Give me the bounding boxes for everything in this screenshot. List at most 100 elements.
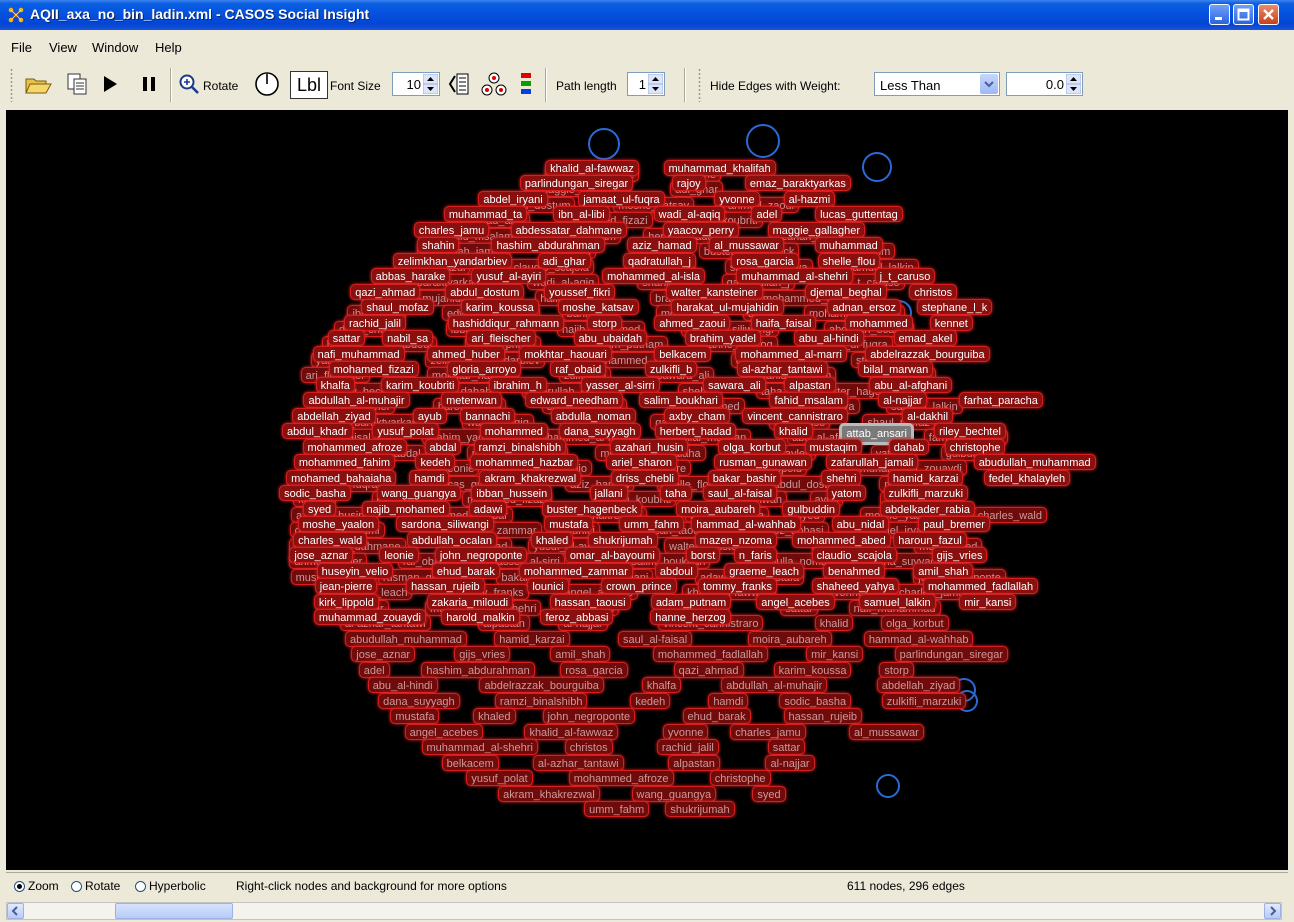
graph-node[interactable]: sawara_ali (703, 376, 766, 393)
copy-button[interactable] (63, 70, 91, 98)
maximize-button[interactable] (1233, 4, 1254, 25)
graph-node[interactable]: abu_nidal (831, 516, 890, 532)
graph-node[interactable]: mazen_nzoma (694, 531, 777, 548)
graph-node[interactable]: al_mussawar (709, 237, 785, 253)
color-legend-button[interactable] (516, 70, 536, 98)
graph-node[interactable]: abdoul (654, 562, 698, 579)
graph-node[interactable]: raf_obaid (550, 361, 607, 377)
graph-node[interactable]: moshe_katsav (557, 299, 639, 315)
graph-node[interactable]: sodic_basha (279, 485, 351, 501)
graph-node[interactable]: mohammed_afroze (302, 438, 408, 455)
graph-node[interactable]: metenwan (441, 392, 502, 408)
graph-node[interactable]: abdul_dostum (445, 283, 525, 300)
graph-node[interactable]: zakaria_miloudi (426, 593, 514, 610)
graph-node[interactable]: farhat_paracha (958, 392, 1043, 408)
graph-node[interactable]: salim_boukhari (638, 392, 723, 408)
graph-node[interactable]: yusuf_polat (372, 423, 439, 439)
graph-node[interactable]: khaled (530, 531, 574, 548)
hide-edges-operator-select[interactable]: Less Than (874, 72, 1000, 96)
graph-node[interactable]: mohammed_al-isla (602, 268, 705, 284)
graph-node[interactable]: yasser_al-sirri (581, 376, 660, 393)
graph-node[interactable]: abdal (424, 438, 462, 455)
graph-node[interactable]: amil_shah (913, 562, 974, 579)
graph-node[interactable]: yusuf_al-ayiri (471, 268, 547, 284)
graph-node[interactable]: bilal_marwan (858, 361, 934, 377)
graph-node[interactable]: charles_wald (293, 531, 368, 548)
graph-node[interactable]: borst (685, 547, 721, 563)
graph-node[interactable]: zulkifli_b (645, 361, 698, 377)
graph-node[interactable]: al-najjar (878, 392, 928, 408)
graph-node[interactable]: kirk_lippold (313, 593, 379, 610)
graph-node[interactable]: shehri (821, 469, 862, 486)
graph-node[interactable]: kennet (929, 314, 973, 331)
graph-node[interactable]: mokhtar_haouari (519, 345, 612, 362)
graph-node[interactable]: shahin (417, 237, 460, 253)
network-graph-canvas[interactable]: khalid_al-fawwazyvonnemaggie_gallagherad… (6, 110, 1288, 870)
graph-node[interactable]: axby_cham (663, 407, 731, 424)
graph-node[interactable]: abdelkader_rabia (879, 500, 975, 517)
layout-panel-button[interactable] (447, 70, 471, 98)
graph-node[interactable]: parlindungan_siregar (519, 175, 634, 191)
graph-node[interactable]: walter_kansteiner (666, 283, 763, 300)
graph-node[interactable]: riley_bechtel (934, 423, 1006, 439)
graph-node[interactable]: abdulla_noman (550, 407, 636, 424)
graph-node[interactable]: nabil_sa (382, 330, 434, 346)
node-groups-button[interactable] (479, 70, 509, 98)
graph-node[interactable]: omar_al-bayoumi (564, 547, 660, 563)
graph-node[interactable]: nafi_muhammad (312, 345, 405, 362)
path-length-spinner[interactable]: 1 (627, 72, 665, 96)
scroll-left-button[interactable] (7, 903, 24, 919)
graph-node[interactable]: adnan_ersoz (827, 299, 902, 315)
graph-node[interactable]: qadratullah_j (623, 252, 696, 269)
graph-node[interactable]: herbert_hadad (654, 423, 737, 439)
graph-node[interactable]: muhammad_al-shehri (736, 268, 853, 284)
graph-node[interactable]: rusman_gunawan (714, 454, 812, 470)
graph-node[interactable]: ari_fleischer (466, 330, 536, 346)
menu-help[interactable]: Help (155, 40, 182, 55)
graph-node[interactable]: umm_fahm (618, 516, 685, 532)
hyperbolic-mode-radio[interactable] (135, 881, 146, 892)
graph-node[interactable]: haroun_fazul (893, 531, 967, 548)
graph-node[interactable]: charles_jamu (413, 221, 490, 238)
graph-node[interactable]: abdessatar_dahmane (510, 221, 628, 238)
graph-node[interactable]: abdelrazzak_bourguiba (865, 345, 990, 362)
graph-node[interactable]: muhammad_ta (443, 206, 528, 222)
graph-node[interactable]: dana_suyyagh (558, 423, 641, 439)
graph-node[interactable]: paul_bremer (918, 516, 990, 532)
graph-node[interactable]: mohamed_fizazi (328, 361, 419, 377)
graph-node[interactable]: alpastan (784, 376, 836, 393)
title-bar[interactable]: AQII_axa_no_bin_ladin.xml - CASOS Social… (0, 0, 1294, 30)
graph-node[interactable]: angel_acebes (756, 593, 835, 610)
open-folder-button[interactable] (22, 70, 54, 98)
graph-node[interactable]: djemal_beghal (805, 283, 887, 300)
graph-node[interactable]: al-dakhil (902, 407, 954, 424)
graph-node[interactable]: yatom (826, 485, 867, 501)
graph-node[interactable]: huseyin_velio (316, 562, 394, 579)
graph-node[interactable]: emaz_baraktyarkas (744, 175, 851, 191)
horizontal-scrollbar[interactable] (6, 902, 1282, 920)
graph-node[interactable]: qazi_ahmad (350, 283, 421, 300)
graph-node[interactable]: zafarullah_jamali (825, 454, 919, 470)
graph-node[interactable]: driss_chebli (610, 469, 679, 486)
graph-node[interactable]: kedeh (415, 454, 456, 470)
graph-node[interactable]: shaheed_yahya (811, 578, 900, 594)
graph-node[interactable]: shaul_mofaz (361, 299, 434, 315)
graph-node[interactable]: jean-pierre (314, 578, 378, 594)
graph-node[interactable]: fahid_msalam (769, 392, 848, 408)
graph-node[interactable]: jose_aznar (289, 547, 354, 563)
graph-node[interactable]: mir_kansi (959, 593, 1017, 610)
graph-node[interactable]: taha (660, 485, 692, 501)
close-button[interactable] (1258, 4, 1279, 25)
graph-node[interactable]: adi_ghar (537, 252, 591, 269)
graph-node[interactable]: christos (909, 283, 958, 300)
graph-node[interactable]: bannachi (460, 407, 516, 424)
graph-node[interactable]: ramzi_binalshibh (473, 438, 567, 455)
graph-node[interactable]: n_faris (733, 547, 777, 563)
graph-node[interactable]: christophe (944, 438, 1006, 455)
graph-node[interactable]: gloria_arroyo (447, 361, 522, 377)
graph-node[interactable]: abbas_harake (370, 268, 451, 284)
dropdown-arrow-button[interactable] (980, 74, 998, 94)
graph-node[interactable]: mohammed (844, 314, 913, 331)
graph-node[interactable]: al-azhar_tantawi (737, 361, 828, 377)
graph-node[interactable]: al-hazmi (783, 190, 836, 207)
